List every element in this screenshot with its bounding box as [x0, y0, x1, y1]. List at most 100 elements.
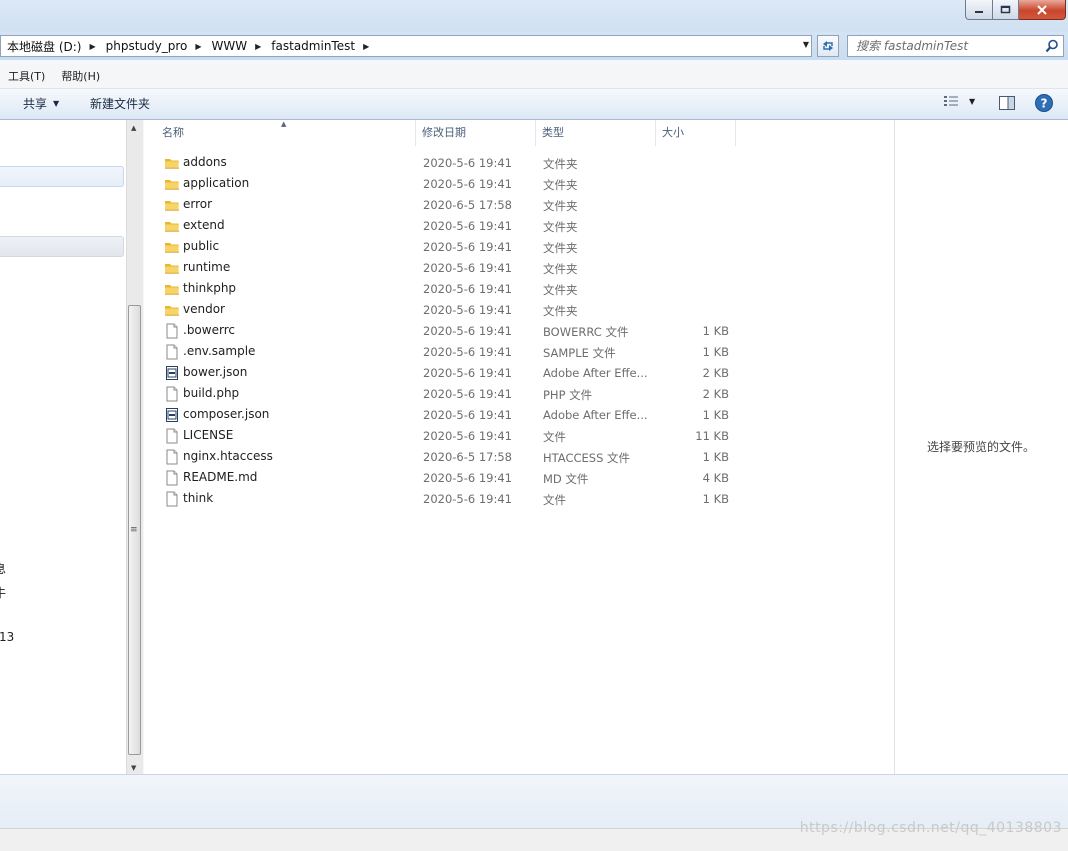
minimize-button[interactable] — [965, 0, 993, 20]
file-date: 2020-5-6 19:41 — [423, 345, 512, 359]
address-history-chevron-down-icon[interactable]: ▼ — [803, 40, 809, 49]
help-button[interactable]: ? — [1034, 93, 1054, 116]
file-row[interactable]: nginx.htaccess 2020-6-5 17:58 HTACCESS 文件 1… — [144, 447, 894, 468]
file-date: 2020-5-6 19:41 — [423, 240, 512, 254]
nav-item-hover[interactable] — [0, 236, 124, 257]
help-icon: ? — [1035, 94, 1053, 112]
folder-icon — [164, 302, 180, 318]
file-date: 2020-5-6 19:41 — [423, 303, 512, 317]
scroll-grip-icon: ≡ — [130, 525, 138, 535]
folder-icon — [164, 281, 180, 297]
file-size: 11 KB — [695, 429, 729, 443]
search-icon[interactable] — [1045, 39, 1059, 53]
close-icon — [1037, 4, 1047, 15]
file-row[interactable]: public 2020-5-6 19:41 文件夹 — [144, 237, 894, 258]
refresh-button[interactable] — [817, 35, 839, 57]
breadcrumb-separator-icon[interactable]: ▶ — [363, 42, 369, 51]
file-row[interactable]: composer.json 2020-5-6 19:41 Adobe After E… — [144, 405, 894, 426]
file-icon — [164, 470, 180, 486]
preview-pane: 选择要预览的文件。 — [894, 120, 1068, 774]
file-row[interactable]: .bowerrc 2020-5-6 19:41 BOWERRC 文件 1 KB — [144, 321, 894, 342]
search-input[interactable] — [856, 37, 1041, 55]
preview-message: 选择要预览的文件。 — [926, 440, 1035, 454]
share-button[interactable]: 共享 ▼ — [23, 95, 59, 112]
watermark-text: https://blog.csdn.net/qq_40138803 — [799, 820, 1062, 836]
file-row[interactable]: application 2020-5-6 19:41 文件夹 — [144, 174, 894, 195]
file-name: README.md — [183, 470, 258, 484]
column-header-type[interactable]: 类型 — [536, 120, 656, 146]
maximize-button[interactable] — [993, 0, 1019, 20]
menu-tools[interactable]: 工具(T) — [0, 68, 53, 84]
breadcrumb-www[interactable]: WWW ▶ — [206, 39, 266, 53]
scroll-up-icon[interactable]: ▲ — [131, 124, 136, 132]
file-name: vendor — [183, 302, 225, 316]
file-type: 文件 — [543, 430, 566, 444]
folder-icon — [164, 155, 180, 171]
file-icon — [164, 491, 180, 507]
file-name: .env.sample — [183, 344, 256, 358]
file-list[interactable]: ▲ 名称 修改日期 类型 大小 addons 2020-5-6 19:41 文件夹 a… — [144, 120, 894, 774]
address-bar[interactable]: 本地磁盘 (D:) ▶ phpstudy_pro ▶ WWW ▶ fastadminT… — [0, 35, 812, 57]
file-size: 2 KB — [702, 366, 729, 380]
window-controls — [965, 0, 1066, 20]
breadcrumb-drive[interactable]: 本地磁盘 (D:) ▶ — [1, 38, 100, 55]
folder-icon — [164, 176, 180, 192]
file-name: .bowerrc — [183, 323, 235, 337]
file-row[interactable]: README.md 2020-5-6 19:41 MD 文件 4 KB — [144, 468, 894, 489]
address-row: 本地磁盘 (D:) ▶ phpstudy_pro ▶ WWW ▶ fastadminT… — [0, 32, 1068, 60]
file-type: Adobe After Effe... — [543, 366, 648, 380]
breadcrumb-phpstudy[interactable]: phpstudy_pro ▶ — [100, 39, 206, 53]
file-date: 2020-5-6 19:41 — [423, 282, 512, 296]
details-view-icon — [944, 96, 958, 106]
file-row[interactable]: build.php 2020-5-6 19:41 PHP 文件 2 KB — [144, 384, 894, 405]
menu-help[interactable]: 帮助(H) — [53, 68, 108, 84]
scroll-down-icon[interactable]: ▼ — [131, 764, 136, 772]
file-type: 文件 — [543, 493, 566, 507]
nav-item-fragment: 息 — [0, 562, 7, 576]
file-size: 4 KB — [702, 471, 729, 485]
preview-pane-icon — [999, 96, 1015, 110]
preview-pane-button[interactable] — [998, 95, 1016, 114]
new-folder-button[interactable]: 新建文件夹 — [90, 95, 150, 112]
file-size: 1 KB — [702, 492, 729, 506]
file-type: SAMPLE 文件 — [543, 346, 616, 360]
change-view-button[interactable]: ▼ — [943, 95, 975, 108]
file-icon — [164, 428, 180, 444]
nav-item-selected[interactable] — [0, 166, 124, 187]
column-header-size[interactable]: 大小 — [656, 120, 736, 146]
file-date: 2020-6-5 17:58 — [423, 198, 512, 212]
file-row[interactable]: runtime 2020-5-6 19:41 文件夹 — [144, 258, 894, 279]
file-type: 文件夹 — [543, 283, 578, 297]
file-date: 2020-5-6 19:41 — [423, 177, 512, 191]
file-row[interactable]: addons 2020-5-6 19:41 文件夹 — [144, 153, 894, 174]
column-header-date[interactable]: 修改日期 — [416, 120, 536, 146]
breadcrumb-separator-icon[interactable]: ▶ — [89, 42, 95, 51]
file-row[interactable]: vendor 2020-5-6 19:41 文件夹 — [144, 300, 894, 321]
search-box[interactable] — [847, 35, 1064, 57]
file-row[interactable]: extend 2020-5-6 19:41 文件夹 — [144, 216, 894, 237]
close-button[interactable] — [1019, 0, 1066, 20]
nav-item-fragment: 13 — [0, 630, 15, 644]
file-row[interactable]: thinkphp 2020-5-6 19:41 文件夹 — [144, 279, 894, 300]
file-name: error — [183, 197, 213, 211]
file-icon — [164, 344, 180, 360]
file-size: 1 KB — [702, 408, 729, 422]
column-header-name[interactable]: 名称 — [156, 120, 416, 146]
file-type: BOWERRC 文件 — [543, 325, 629, 339]
navigation-scrollbar[interactable]: ▲ ≡ ▼ — [126, 120, 143, 774]
file-name: composer.json — [183, 407, 270, 421]
file-size: 1 KB — [702, 324, 729, 338]
file-name: extend — [183, 218, 225, 232]
json-file-icon — [164, 407, 180, 423]
file-row[interactable]: think 2020-5-6 19:41 文件 1 KB — [144, 489, 894, 510]
navigation-pane[interactable]: 息 牛 13 — [0, 120, 126, 774]
breadcrumb-fastadmintest[interactable]: fastadminTest ▶ — [265, 39, 373, 53]
breadcrumb-separator-icon[interactable]: ▶ — [195, 42, 201, 51]
file-row[interactable]: bower.json 2020-5-6 19:41 Adobe After Effe… — [144, 363, 894, 384]
file-type: 文件夹 — [543, 220, 578, 234]
breadcrumb-separator-icon[interactable]: ▶ — [255, 42, 261, 51]
file-row[interactable]: .env.sample 2020-5-6 19:41 SAMPLE 文件 1 KB — [144, 342, 894, 363]
file-row[interactable]: LICENSE 2020-5-6 19:41 文件 11 KB — [144, 426, 894, 447]
file-row[interactable]: error 2020-6-5 17:58 文件夹 — [144, 195, 894, 216]
file-icon — [164, 449, 180, 465]
